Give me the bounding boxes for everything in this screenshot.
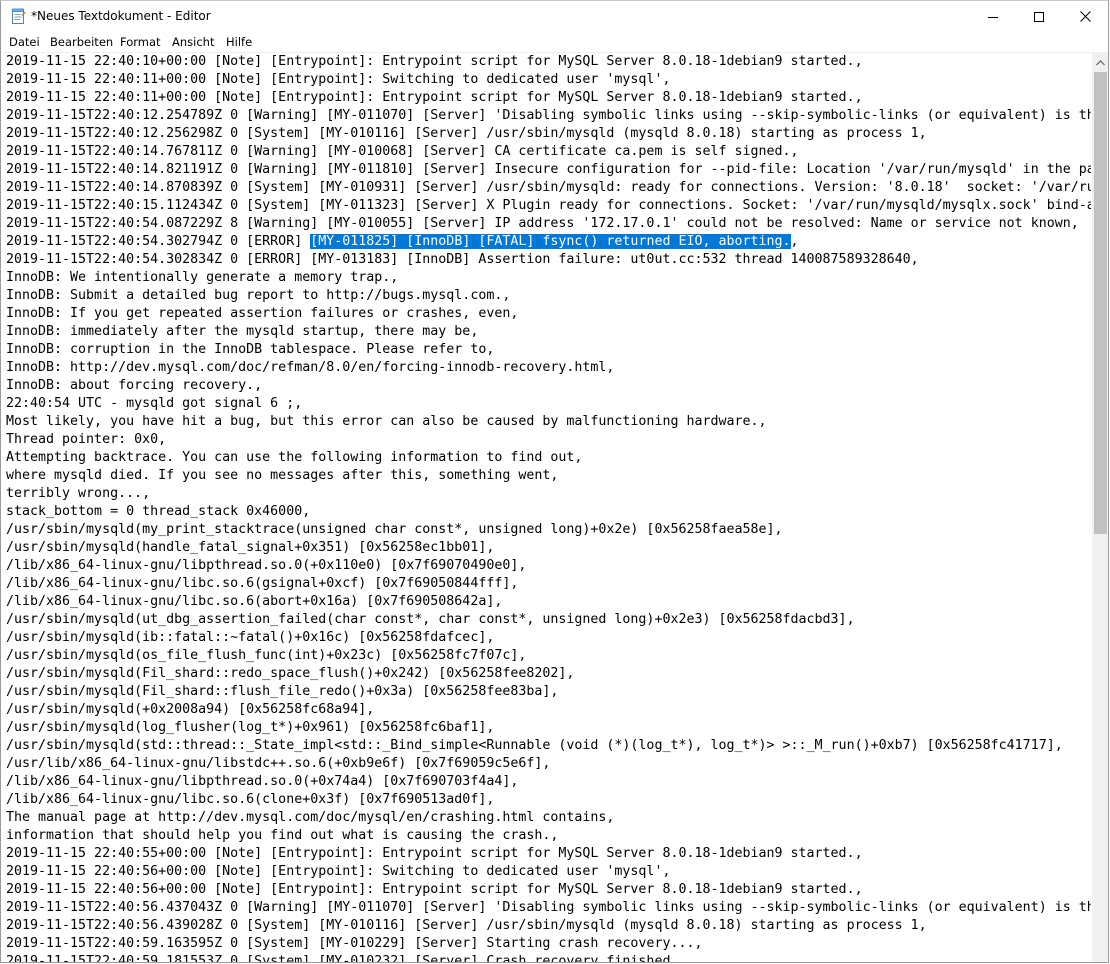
text-line: /lib/x86_64-linux-gnu/libc.so.6(abort+0x… [6,594,503,609]
text-line: 2019-11-15T22:40:54.302834Z 0 [ERROR] [M… [6,252,919,267]
text-line: 2019-11-15T22:40:12.254789Z 0 [Warning] … [6,108,1091,123]
text-line: 22:40:54 UTC - mysqld got signal 6 ;, [6,396,303,411]
text-line: 2019-11-15T22:40:14.767811Z 0 [Warning] … [6,144,799,159]
text-editor-area[interactable]: 2019-11-15 22:40:10+00:00 [Note] [Entryp… [1,52,1091,963]
text-line: 2019-11-15 22:40:11+00:00 [Note] [Entryp… [6,90,863,105]
maximize-icon [1034,7,1044,26]
minimize-button[interactable] [970,1,1016,32]
text-line: 2019-11-15T22:40:54.087229Z 8 [Warning] … [6,216,1079,231]
text-line: /lib/x86_64-linux-gnu/libc.so.6(clone+0x… [6,792,495,807]
close-button[interactable] [1062,1,1108,32]
close-icon [1079,7,1091,26]
text-line: 2019-11-15 22:40:56+00:00 [Note] [Entryp… [6,882,863,897]
document-text[interactable]: 2019-11-15 22:40:10+00:00 [Note] [Entryp… [1,53,1091,963]
text-line: 2019-11-15T22:40:14.821191Z 0 [Warning] … [6,162,1091,177]
notepad-window: *Neues Textdokument - Editor Datei Bearb… [0,0,1109,963]
text-line: InnoDB: We intentionally generate a memo… [6,270,399,285]
text-line: 2019-11-15 22:40:56+00:00 [Note] [Entryp… [6,864,671,879]
text-line: InnoDB: If you get repeated assertion fa… [6,306,519,321]
text-line: /usr/sbin/mysqld(log_flusher(log_t*)+0x9… [6,720,495,735]
text-line: 2019-11-15T22:40:54.302794Z 0 [ERROR] [M… [6,234,799,249]
text-line: 2019-11-15T22:40:59.163595Z 0 [System] [… [6,936,703,951]
text-line: /lib/x86_64-linux-gnu/libc.so.6(gsignal+… [6,576,519,591]
text-line: /usr/sbin/mysqld(std::thread::_State_imp… [6,738,1063,753]
text-line: /lib/x86_64-linux-gnu/libpthread.so.0(+0… [6,774,519,789]
text-line: 2019-11-15T22:40:56.437043Z 0 [Warning] … [6,900,1091,915]
menu-format[interactable]: Format [120,32,161,52]
text-line: terribly wrong..., [6,486,151,501]
menu-bearbeiten[interactable]: Bearbeiten [50,32,113,52]
text-line: 2019-11-15T22:40:15.112434Z 0 [System] [… [6,198,1091,213]
text-line: 2019-11-15T22:40:59.181553Z 0 [System] [… [6,954,679,963]
text-line: The manual page at http://dev.mysql.com/… [6,810,615,825]
scroll-thumb[interactable] [1094,72,1107,534]
text-line: 2019-11-15 22:40:55+00:00 [Note] [Entryp… [6,846,863,861]
text-line: Attempting backtrace. You can use the fo… [6,450,583,465]
menu-datei[interactable]: Datei [9,32,40,52]
window-title: *Neues Textdokument - Editor [31,9,211,23]
text-line: InnoDB: immediately after the mysqld sta… [6,324,479,339]
title-bar[interactable]: *Neues Textdokument - Editor [1,1,1108,32]
maximize-button[interactable] [1016,1,1062,32]
scroll-up-button[interactable] [1092,51,1108,70]
chevron-up-icon [1096,51,1105,70]
text-line: /usr/sbin/mysqld(ut_dbg_assertion_failed… [6,612,855,627]
text-line: where mysqld died. If you see no message… [6,468,559,483]
selected-text[interactable]: [MY-011825] [InnoDB] [FATAL] fsync() ret… [310,234,791,249]
menu-hilfe[interactable]: Hilfe [226,32,252,52]
text-line: Thread pointer: 0x0, [6,432,167,447]
text-line: /lib/x86_64-linux-gnu/libpthread.so.0(+0… [6,558,527,573]
menu-bar: Datei Bearbeiten Format Ansicht Hilfe [1,32,1108,52]
text-line: 2019-11-15 22:40:10+00:00 [Note] [Entryp… [6,54,863,69]
text-line: stack_bottom = 0 thread_stack 0x46000, [6,504,311,519]
text-line: information that should help you find ou… [6,828,559,843]
text-line: /usr/sbin/mysqld(Fil_shard::redo_space_f… [6,666,575,681]
text-line: InnoDB: about forcing recovery., [6,378,263,393]
text-line: /usr/sbin/mysqld(Fil_shard::flush_file_r… [6,684,559,699]
text-line: InnoDB: http://dev.mysql.com/doc/refman/… [6,360,615,375]
menu-ansicht[interactable]: Ansicht [172,32,214,52]
vertical-scrollbar[interactable] [1092,51,1108,962]
text-line: /usr/sbin/mysqld(os_file_flush_func(int)… [6,648,527,663]
minimize-icon [988,7,998,26]
text-line: InnoDB: Submit a detailed bug report to … [6,288,511,303]
text-line: /usr/sbin/mysqld(ib::fatal::~fatal()+0x1… [6,630,495,645]
text-line: /usr/sbin/mysqld(handle_fatal_signal+0x3… [6,540,495,555]
text-line: /usr/sbin/mysqld(my_print_stacktrace(uns… [6,522,783,537]
text-line: /usr/sbin/mysqld(+0x2008a94) [0x56258fc6… [6,702,375,717]
text-line: /usr/lib/x86_64-linux-gnu/libstdc++.so.6… [6,756,551,771]
text-line: 2019-11-15 22:40:11+00:00 [Note] [Entryp… [6,72,671,87]
text-line: 2019-11-15T22:40:12.256298Z 0 [System] [… [6,126,927,141]
text-line: InnoDB: corruption in the InnoDB tablesp… [6,342,495,357]
text-line: 2019-11-15T22:40:14.870839Z 0 [System] [… [6,180,1091,195]
text-line: Most likely, you have hit a bug, but thi… [6,414,767,429]
text-line: 2019-11-15T22:40:56.439028Z 0 [System] [… [6,918,927,933]
notepad-icon [11,8,26,24]
